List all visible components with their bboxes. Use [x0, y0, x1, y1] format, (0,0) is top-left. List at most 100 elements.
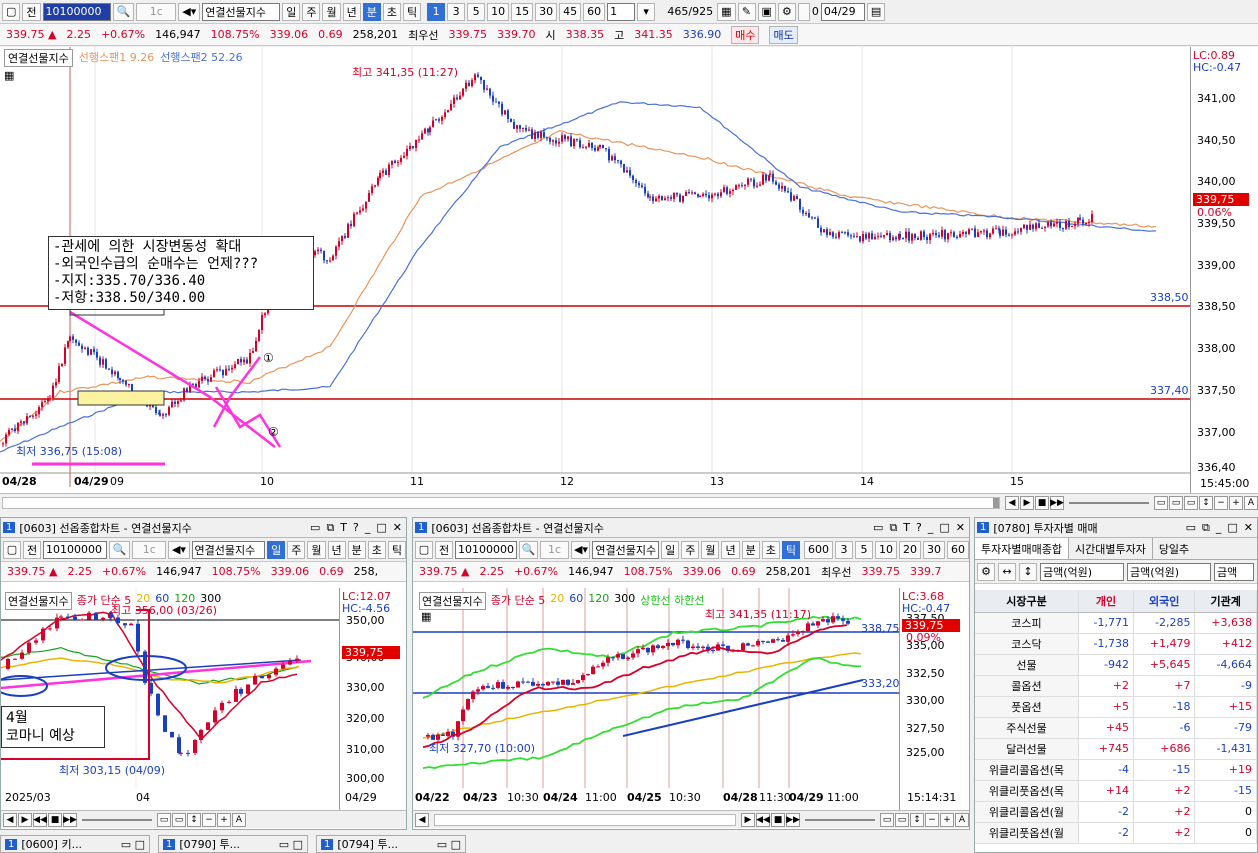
period-tab-틱[interactable]: 틱: [387, 540, 406, 559]
restore-icon[interactable]: ▭: [1186, 521, 1196, 535]
calendar-icon[interactable]: ▤: [866, 2, 886, 21]
interval-tab-45[interactable]: 45: [559, 2, 582, 21]
zoom-out-button[interactable]: −: [202, 812, 216, 827]
jeon-button[interactable]: 전: [435, 540, 453, 559]
period-tab-년[interactable]: 년: [721, 540, 740, 559]
column-header[interactable]: 외국인: [1133, 590, 1196, 613]
table-row[interactable]: 달러선물 +745 +686 -1,431: [975, 738, 1257, 760]
restore-icon[interactable]: ▭ □: [279, 838, 303, 851]
unit-select-1[interactable]: 금액(억원): [1040, 562, 1124, 581]
period-tab-일[interactable]: 일: [267, 540, 286, 559]
close-icon[interactable]: ✕: [393, 521, 402, 535]
maximize-icon[interactable]: □: [939, 521, 949, 535]
column-header[interactable]: 기관계: [1194, 590, 1257, 613]
play-button[interactable]: ▶: [741, 812, 755, 827]
sort-icon[interactable]: ↕: [1019, 562, 1037, 581]
interval-tab-10[interactable]: 10: [874, 540, 897, 559]
period-tab-월[interactable]: 월: [307, 540, 326, 559]
search-icon[interactable]: 🔍: [519, 540, 538, 559]
zoom-in-button[interactable]: +: [217, 812, 231, 827]
layout-icon[interactable]: ▭: [880, 812, 894, 827]
panel1-instrument[interactable]: 연결선물지수: [191, 540, 266, 559]
interval-tab-5[interactable]: 5: [854, 540, 873, 559]
text-tool-icon[interactable]: T: [903, 521, 910, 535]
table-row[interactable]: 위클리콜옵션(월 -2 +2 0: [975, 801, 1257, 823]
restore-icon[interactable]: ▭: [873, 521, 883, 535]
tab-time-investor[interactable]: 시간대별투자자: [1069, 538, 1153, 559]
zoom-in-button[interactable]: +: [1229, 495, 1243, 510]
speaker-icon[interactable]: ◀▾: [178, 2, 201, 21]
layout-icon[interactable]: ▭: [157, 812, 171, 827]
zoom-in-button[interactable]: +: [940, 812, 954, 827]
interval-tab-600[interactable]: 600: [803, 540, 833, 559]
restore-icon[interactable]: ▭: [310, 521, 320, 535]
fast-forward-button[interactable]: ▶▶: [1050, 495, 1064, 510]
main-scrollbar[interactable]: ◀ ▶ ■ ▶▶ ▭ ▭ ▭ ↕ − + A: [0, 493, 1258, 511]
legend-instrument[interactable]: 연결선물지수: [419, 592, 486, 610]
zoom-slider[interactable]: [805, 818, 875, 821]
interval-tab-30[interactable]: 30: [922, 540, 945, 559]
measure-icon[interactable]: ↕: [910, 812, 924, 827]
period-tab-분[interactable]: 분: [362, 2, 381, 21]
grid-icon[interactable]: ▦: [4, 69, 14, 82]
panel2-scrollbar[interactable]: ◀ ▶ ◀◀ ■ ▶▶ ▭ ▭ ↕ − + A: [413, 810, 969, 828]
interval-tab-15[interactable]: 15: [511, 2, 534, 21]
layout3-icon[interactable]: ▭: [1184, 495, 1198, 510]
period-tab-주[interactable]: 주: [681, 540, 700, 559]
period-tab-일[interactable]: 일: [661, 540, 680, 559]
period-tab-분[interactable]: 분: [347, 540, 366, 559]
sell-button[interactable]: 매도: [769, 25, 798, 44]
main-chart[interactable]: 연결선물지수 선행스팬1 9.26 선행스팬2 52.26 ▦ LC:0.89 …: [0, 47, 1258, 493]
table-row[interactable]: 코스닥 -1,738 +1,479 +412: [975, 633, 1257, 655]
period-tab-주[interactable]: 주: [302, 2, 321, 21]
legend-instrument[interactable]: 연결선물지수: [5, 592, 72, 610]
zoom-out-button[interactable]: −: [1214, 495, 1228, 510]
maximize-icon[interactable]: □: [1227, 521, 1237, 535]
help-icon[interactable]: ?: [353, 521, 359, 535]
table-row[interactable]: 풋옵션 +5 -18 +15: [975, 696, 1257, 718]
table-row[interactable]: 위클리풋옵션(월 -2 +2 0: [975, 822, 1257, 844]
ff-button[interactable]: ▶▶: [63, 812, 77, 827]
unit-select-3[interactable]: 금액: [1214, 562, 1254, 581]
daily-chart[interactable]: 연결선물지수 종가 단순 5 20 60 120 300 LC:12.07 HC…: [1, 588, 406, 810]
chart-tools-icon[interactable]: ▦: [717, 2, 736, 21]
interval-tab-5[interactable]: 5: [467, 2, 486, 21]
period-tab-일[interactable]: 일: [282, 2, 301, 21]
tick-chart-canvas[interactable]: [413, 588, 899, 810]
column-header[interactable]: 개인: [1078, 590, 1134, 613]
table-row[interactable]: 위클리풋옵션(목 +14 +2 -15: [975, 780, 1257, 802]
jeon-button[interactable]: 전: [23, 540, 41, 559]
panel1-title-bar[interactable]: 1 [0603] 선옵종합차트 - 연결선물지수 ▭ ⧉ T? _ □ ✕: [1, 518, 406, 538]
tab-investor-summary[interactable]: 투자자별매매종합: [975, 538, 1069, 559]
text-tool-icon[interactable]: T: [340, 521, 347, 535]
table-row[interactable]: 콜옵션 +2 +7 -9: [975, 675, 1257, 697]
layout-icon[interactable]: ▭: [1154, 495, 1168, 510]
main-scroll-track[interactable]: [2, 496, 1000, 509]
compare-icon[interactable]: 1c: [132, 540, 167, 559]
scroll-left-button[interactable]: ◀: [415, 812, 429, 827]
window-icon[interactable]: ▢: [3, 540, 21, 559]
code-input[interactable]: 10100000: [42, 2, 111, 21]
panel1-scrollbar[interactable]: ◀ ▶ ◀◀ ■ ▶▶ ▭ ▭ ↕ − + A: [1, 810, 406, 828]
search-icon[interactable]: 🔍: [109, 540, 131, 559]
layout2-icon[interactable]: ▭: [895, 812, 909, 827]
gear-icon[interactable]: ⚙: [777, 2, 796, 21]
gear-icon[interactable]: ⚙: [977, 562, 995, 581]
period-tab-초[interactable]: 초: [761, 540, 780, 559]
panel2-title-bar[interactable]: 1 [0603] 선옵종합차트 - 연결선물지수 ▭ ⧉ T? _ □ ✕: [413, 518, 969, 538]
date-input[interactable]: 04/29: [820, 2, 865, 21]
period-tab-주[interactable]: 주: [287, 540, 306, 559]
period-tab-년[interactable]: 년: [342, 2, 361, 21]
minimize-icon[interactable]: _: [928, 521, 934, 535]
minimize-icon[interactable]: _: [1216, 521, 1222, 535]
date-checkbox[interactable]: [797, 2, 810, 21]
interval-tab-60[interactable]: 60: [583, 2, 606, 21]
period-tab-초[interactable]: 초: [367, 540, 386, 559]
panel2-instrument[interactable]: 연결선물지수: [592, 540, 660, 559]
restore-icon[interactable]: ▭ □: [437, 838, 461, 851]
swap-icon[interactable]: ↔: [998, 562, 1016, 581]
link-icon[interactable]: ⧉: [1202, 521, 1210, 535]
maximize-icon[interactable]: □: [376, 521, 386, 535]
zoom-slider[interactable]: [1069, 501, 1149, 504]
table-row[interactable]: 주식선물 +45 -6 -79: [975, 717, 1257, 739]
